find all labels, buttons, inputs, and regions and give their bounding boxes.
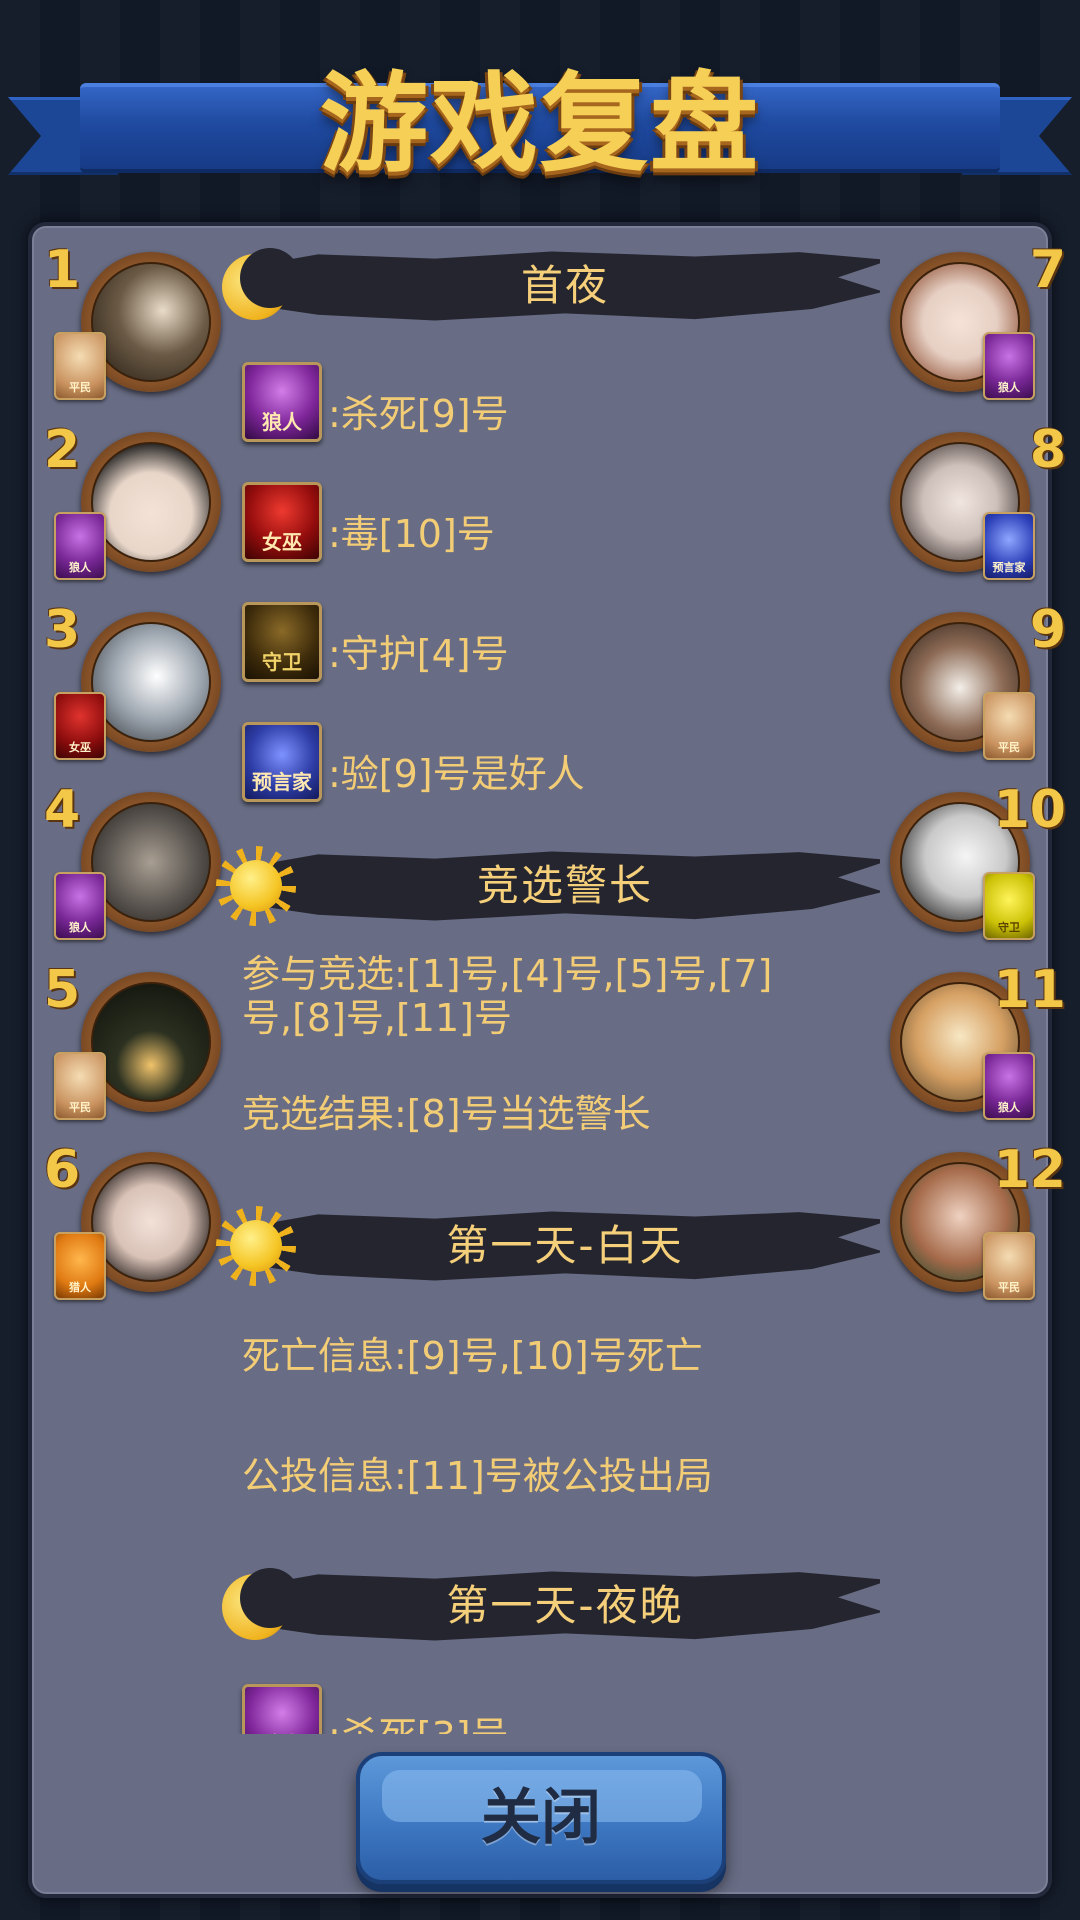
wolf-icon: 狼人	[242, 1684, 322, 1734]
player-number: 4	[44, 780, 81, 840]
player-4[interactable]: 4 狼人	[36, 780, 221, 952]
death-info: 死亡信息:[9]号,[10]号死亡	[242, 1334, 703, 1378]
player-10[interactable]: 10 守卫	[890, 780, 1066, 952]
title-banner: 游戏复盘	[0, 55, 1080, 195]
role-badge-villager: 平民	[983, 692, 1035, 760]
avatar-photo	[91, 622, 211, 742]
role-badge-seer: 预言家	[983, 512, 1035, 580]
phase-title: 竞选警长	[476, 861, 653, 910]
moon-icon	[222, 1568, 300, 1640]
role-badge-wolf: 狼人	[983, 332, 1035, 400]
avatar-photo	[91, 262, 211, 382]
phase-header-sheriff: 竞选警长	[210, 832, 880, 932]
sun-icon	[216, 1206, 296, 1286]
action-text: :验[9]号是好人	[328, 752, 585, 796]
role-badge-hunter: 猎人	[54, 1232, 106, 1300]
witch-icon: 女巫	[242, 482, 322, 562]
role-badge-villager: 平民	[54, 332, 106, 400]
avatar-photo	[91, 1162, 211, 1282]
close-button-label: 关闭	[481, 1783, 601, 1853]
role-badge-villager: 平民	[983, 1232, 1035, 1300]
player-8[interactable]: 8 预言家	[890, 420, 1066, 592]
action-wolf-kill: 狼人 :杀死[9]号	[242, 362, 842, 446]
player-number: 7	[1029, 240, 1066, 300]
player-number: 5	[44, 960, 81, 1020]
player-6[interactable]: 6 猎人	[36, 1140, 221, 1312]
role-badge-guard: 守卫	[983, 872, 1035, 940]
action-text: :杀死[3]号	[328, 1684, 509, 1734]
player-5[interactable]: 5 平民	[36, 960, 221, 1132]
moon-icon	[222, 248, 300, 320]
close-button[interactable]: 关闭	[356, 1752, 726, 1884]
role-badge-witch: 女巫	[54, 692, 106, 760]
seer-eye-icon: 预言家	[242, 722, 322, 802]
sheriff-participants: 参与竞选:[1]号,[4]号,[5]号,[7]号,[8]号,[11]号	[242, 952, 773, 1040]
player-number: 6	[44, 1140, 81, 1200]
role-badge-wolf: 狼人	[983, 1052, 1035, 1120]
guard-shield-icon: 守卫	[242, 602, 322, 682]
review-log[interactable]: 首夜 狼人 :杀死[9]号 女巫 :毒[10]号 守卫 :守护[4]号 预言家 …	[200, 222, 880, 1734]
phase-title: 第一天-夜晚	[446, 1581, 684, 1630]
avatar-photo	[91, 442, 211, 562]
phase-header-first-night: 首夜	[210, 232, 880, 332]
player-number: 8	[1029, 420, 1066, 480]
phase-title: 第一天-白天	[446, 1221, 684, 1270]
action-seer-check: 预言家 :验[9]号是好人	[242, 722, 842, 806]
player-9[interactable]: 9 平民	[890, 600, 1066, 772]
action-text: :守护[4]号	[328, 632, 509, 676]
player-number: 11	[993, 960, 1066, 1020]
action-wolf-kill-night2: 狼人 :杀死[3]号	[242, 1684, 842, 1734]
vote-info: 公投信息:[11]号被公投出局	[242, 1454, 713, 1498]
page-title: 游戏复盘	[319, 62, 760, 187]
player-3[interactable]: 3 女巫	[36, 600, 221, 772]
player-number: 9	[1029, 600, 1066, 660]
sun-icon	[216, 846, 296, 926]
player-number: 2	[44, 420, 81, 480]
player-1[interactable]: 1 平民	[36, 240, 221, 412]
player-2[interactable]: 2 狼人	[36, 420, 221, 592]
role-badge-wolf: 狼人	[54, 872, 106, 940]
player-11[interactable]: 11 狼人	[890, 960, 1066, 1132]
player-7[interactable]: 7 狼人	[890, 240, 1066, 412]
role-badge-villager: 平民	[54, 1052, 106, 1120]
player-number: 1	[44, 240, 81, 300]
player-number: 12	[993, 1140, 1066, 1200]
action-witch-poison: 女巫 :毒[10]号	[242, 482, 842, 566]
action-text: :毒[10]号	[328, 512, 495, 556]
player-number: 3	[44, 600, 81, 660]
avatar-photo	[91, 802, 211, 922]
phase-header-night2: 第一天-夜晚	[210, 1552, 880, 1652]
action-guard-protect: 守卫 :守护[4]号	[242, 602, 842, 686]
player-number: 10	[993, 780, 1066, 840]
phase-header-day1: 第一天-白天	[210, 1192, 880, 1292]
avatar-photo	[91, 982, 211, 1102]
phase-title: 首夜	[520, 261, 609, 310]
wolf-icon: 狼人	[242, 362, 322, 442]
player-12[interactable]: 12 平民	[890, 1140, 1066, 1312]
sheriff-result: 竞选结果:[8]号当选警长	[242, 1092, 651, 1136]
action-text: :杀死[9]号	[328, 392, 509, 436]
role-badge-wolf: 狼人	[54, 512, 106, 580]
